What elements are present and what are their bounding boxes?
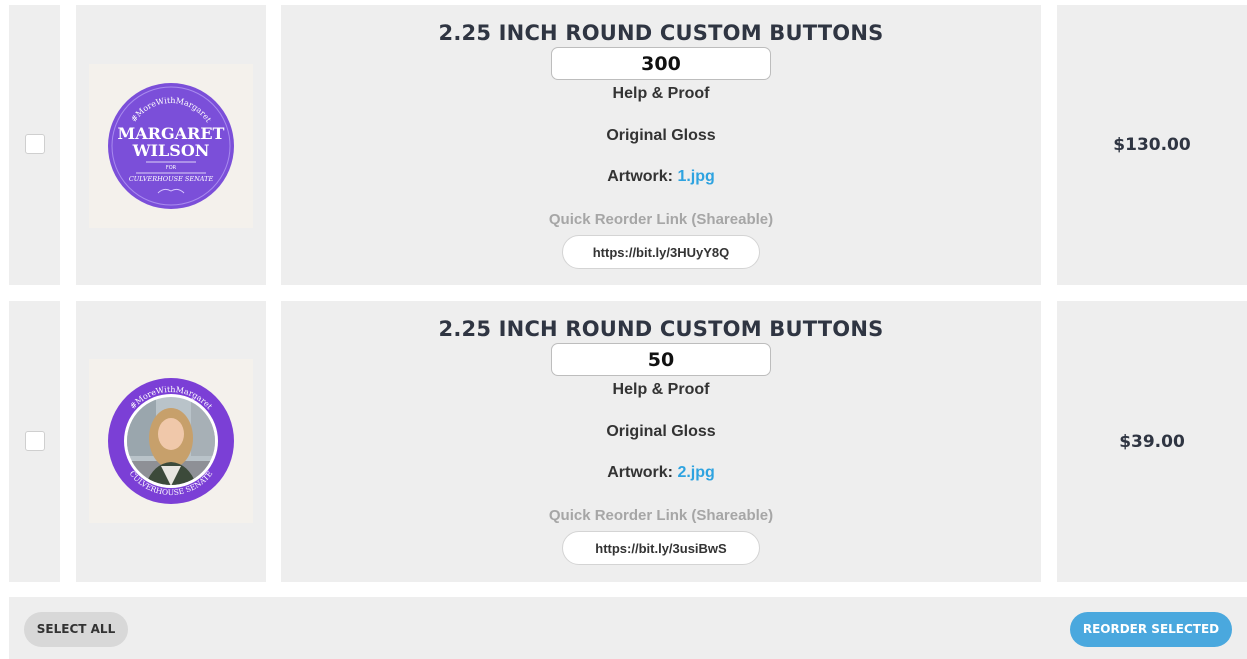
help-proof-label: Help & Proof [612,85,710,102]
button-bottom-text: CULVERHOUSE SENATE [129,175,214,183]
button-artwork-thumbnail: #MoreWithMargaret MARGARET WILSON FOR CU… [89,64,253,228]
artwork-label: Artwork: [607,168,673,185]
button-name-line-2: WILSON [132,141,210,160]
artwork-file-link[interactable]: 1.jpg [677,168,714,185]
row-2-details-cell: 2.25 INCH ROUND CUSTOM BUTTONS 50 Help &… [281,301,1041,582]
quick-reorder-label: Quick Reorder Link (Shareable) [548,211,774,228]
select-all-button[interactable]: SELECT ALL [24,612,128,647]
button-for-text: FOR [166,165,177,171]
artwork-line: Artwork: 1.jpg [281,168,1041,186]
campaign-button-image: #MoreWithMargaret MARGARET WILSON FOR CU… [108,83,234,209]
finish-label: Original Gloss [606,127,716,144]
quantity-field[interactable]: 300 [551,47,771,80]
row-1-checkbox[interactable] [25,134,45,154]
reorder-link[interactable]: https://bit.ly/3HUyY8Q [562,235,760,269]
row-2-price-cell: $39.00 [1057,301,1247,582]
quantity-field[interactable]: 50 [551,343,771,376]
reorder-link[interactable]: https://bit.ly/3usiBwS [562,531,760,565]
artwork-file-link[interactable]: 2.jpg [677,464,714,481]
product-title: 2.25 INCH ROUND CUSTOM BUTTONS [438,317,884,341]
finish-label: Original Gloss [606,423,716,440]
button-artwork-thumbnail: #MoreWithMargaret CULVERHOUSE SENATE [89,359,253,523]
row-2-select-cell [9,301,60,582]
row-2-checkbox[interactable] [25,430,45,451]
quick-reorder-label: Quick Reorder Link (Shareable) [548,507,774,524]
help-proof-label: Help & Proof [612,381,710,398]
item-price: $130.00 [1113,135,1191,155]
product-title: 2.25 INCH ROUND CUSTOM BUTTONS [438,21,884,45]
row-2-image-cell: #MoreWithMargaret CULVERHOUSE SENATE [76,301,266,582]
row-1-details-cell: 2.25 INCH ROUND CUSTOM BUTTONS 300 Help … [281,5,1041,285]
action-bar: SELECT ALL REORDER SELECTED [9,597,1247,659]
artwork-label: Artwork: [607,464,673,481]
artwork-line: Artwork: 2.jpg [281,464,1041,482]
photo-button-image: #MoreWithMargaret CULVERHOUSE SENATE [108,378,234,504]
row-1-price-cell: $130.00 [1057,5,1247,285]
item-price: $39.00 [1119,431,1185,452]
row-1-image-cell: #MoreWithMargaret MARGARET WILSON FOR CU… [76,5,266,285]
reorder-selected-button[interactable]: REORDER SELECTED [1070,612,1232,647]
row-1-select-cell [9,5,60,285]
